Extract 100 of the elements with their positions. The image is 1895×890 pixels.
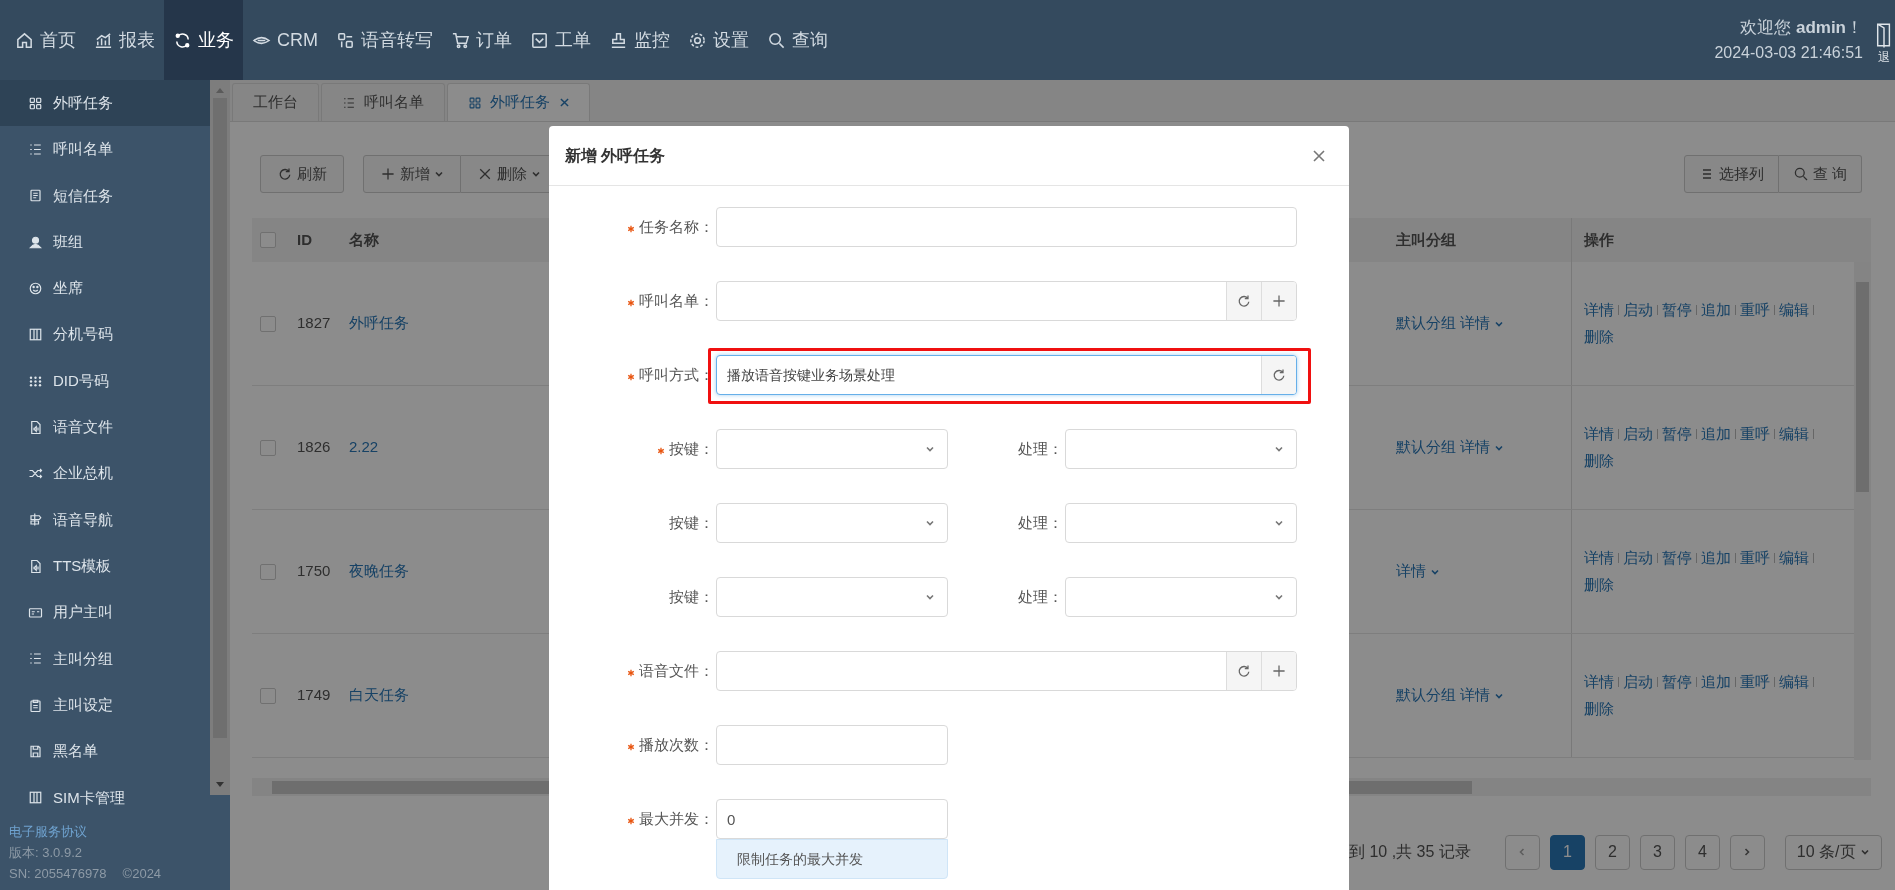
- action-link[interactable]: 删除: [1584, 449, 1614, 472]
- add-button[interactable]: [1261, 282, 1296, 320]
- action-link[interactable]: 暂停: [1662, 299, 1692, 322]
- action-link[interactable]: 追加: [1701, 423, 1731, 446]
- action-link[interactable]: 详情: [1584, 299, 1614, 322]
- action-link[interactable]: 暂停: [1662, 547, 1692, 570]
- group-dropdown[interactable]: 详情: [1396, 560, 1440, 583]
- sidebar-item[interactable]: 主叫分组: [0, 635, 210, 683]
- tab[interactable]: 呼叫名单: [321, 83, 445, 121]
- page-size-dropdown[interactable]: 10 条/页: [1784, 834, 1882, 870]
- nav-item[interactable]: 语音转写: [327, 0, 442, 80]
- sidebar-item[interactable]: 语音导航: [0, 496, 210, 544]
- action-link[interactable]: 重呼: [1740, 547, 1770, 570]
- nav-item[interactable]: 订单: [442, 0, 521, 80]
- close-button[interactable]: [1313, 149, 1325, 162]
- sidebar-item[interactable]: TTS模板: [0, 543, 210, 590]
- sidebar-item[interactable]: 分机号码: [0, 311, 210, 358]
- nav-item[interactable]: 业务: [164, 0, 243, 80]
- action-link[interactable]: 删除: [1584, 573, 1614, 596]
- group-dropdown[interactable]: 默认分组 详情: [1396, 436, 1505, 459]
- checkbox[interactable]: [260, 232, 276, 248]
- checkbox[interactable]: [260, 563, 276, 580]
- agreement-link[interactable]: 电子服务协议: [9, 821, 221, 842]
- action-link[interactable]: 启动: [1623, 299, 1653, 322]
- previous-page-button[interactable]: [1504, 834, 1540, 870]
- sidebar-item[interactable]: SIM卡管理: [0, 774, 210, 821]
- scroll-up-icon[interactable]: [215, 86, 225, 94]
- close-icon[interactable]: [560, 98, 569, 107]
- sidebar-item[interactable]: 黑名单: [0, 728, 210, 775]
- action-link[interactable]: 详情: [1584, 671, 1614, 694]
- toolbar-button[interactable]: 选择列: [1683, 155, 1779, 193]
- action-link[interactable]: 删除: [1584, 697, 1614, 720]
- sidebar-item[interactable]: DID号码: [0, 357, 210, 405]
- sidebar-item[interactable]: 企业总机: [0, 450, 210, 497]
- page-button[interactable]: 2: [1594, 834, 1630, 870]
- input-field[interactable]: [716, 207, 1297, 247]
- task-name-link[interactable]: 外呼任务: [349, 314, 409, 332]
- action-link[interactable]: 暂停: [1662, 423, 1692, 446]
- group-dropdown[interactable]: 默认分组 详情: [1396, 312, 1505, 335]
- nav-item[interactable]: 首页: [6, 0, 85, 80]
- task-name-link[interactable]: 白天任务: [349, 686, 409, 704]
- page-button[interactable]: 4: [1684, 834, 1720, 870]
- action-link[interactable]: 追加: [1701, 299, 1731, 322]
- input-field[interactable]: [716, 725, 948, 765]
- sidebar-item[interactable]: 用户主叫: [0, 589, 210, 636]
- action-link[interactable]: 启动: [1623, 547, 1653, 570]
- task-name-link[interactable]: 2.22: [349, 438, 379, 456]
- checkbox[interactable]: [260, 315, 276, 332]
- checkbox[interactable]: [260, 439, 276, 456]
- scroll-down-icon[interactable]: [215, 781, 225, 789]
- add-button[interactable]: [1261, 652, 1296, 690]
- nav-item[interactable]: 设置: [679, 0, 758, 80]
- nav-item[interactable]: 查询: [758, 0, 837, 80]
- select-field[interactable]: [1065, 503, 1297, 543]
- action-link[interactable]: 删除: [1584, 325, 1614, 348]
- sidebar-item[interactable]: 外呼任务: [0, 80, 210, 127]
- group-dropdown[interactable]: 默认分组 详情: [1396, 684, 1505, 707]
- select-field[interactable]: [1065, 577, 1297, 617]
- nav-item[interactable]: 监控: [600, 0, 679, 80]
- action-link[interactable]: 详情: [1584, 423, 1614, 446]
- select-field[interactable]: [1065, 429, 1297, 469]
- action-link[interactable]: 编辑: [1779, 547, 1809, 570]
- next-page-button[interactable]: [1729, 834, 1765, 870]
- sidebar-item[interactable]: 坐席: [0, 265, 210, 312]
- action-link[interactable]: 暂停: [1662, 671, 1692, 694]
- toolbar-button[interactable]: 查 询: [1778, 155, 1862, 193]
- select-field[interactable]: [716, 577, 948, 617]
- sidebar-item[interactable]: 短信任务: [0, 172, 210, 219]
- input-group[interactable]: [716, 651, 1297, 691]
- action-link[interactable]: 重呼: [1740, 423, 1770, 446]
- task-name-link[interactable]: 夜晚任务: [349, 562, 409, 580]
- nav-item[interactable]: 工单: [521, 0, 600, 80]
- nav-item[interactable]: 报表: [85, 0, 164, 80]
- sidebar-item[interactable]: 语音文件: [0, 404, 210, 451]
- refresh-button[interactable]: [1226, 652, 1261, 690]
- input-group[interactable]: [716, 281, 1297, 321]
- sidebar-item[interactable]: 主叫设定: [0, 682, 210, 729]
- action-link[interactable]: 启动: [1623, 671, 1653, 694]
- action-link[interactable]: 重呼: [1740, 299, 1770, 322]
- page-button[interactable]: 3: [1639, 834, 1675, 870]
- action-link[interactable]: 重呼: [1740, 671, 1770, 694]
- action-link[interactable]: 编辑: [1779, 671, 1809, 694]
- toolbar-button[interactable]: 新增: [363, 155, 461, 193]
- tab[interactable]: 工作台: [232, 83, 319, 121]
- select-field[interactable]: [716, 503, 948, 543]
- checkbox[interactable]: [260, 687, 276, 704]
- action-link[interactable]: 编辑: [1779, 299, 1809, 322]
- select-field[interactable]: [716, 429, 948, 469]
- tab[interactable]: 外呼任务: [447, 83, 590, 121]
- action-link[interactable]: 启动: [1623, 423, 1653, 446]
- action-link[interactable]: 编辑: [1779, 423, 1809, 446]
- toolbar-button[interactable]: 刷新: [260, 155, 344, 193]
- action-link[interactable]: 追加: [1701, 547, 1731, 570]
- sidebar-item[interactable]: 班组: [0, 218, 210, 266]
- refresh-button[interactable]: [1261, 356, 1296, 394]
- action-link[interactable]: 追加: [1701, 671, 1731, 694]
- nav-item[interactable]: CRM: [243, 0, 327, 80]
- logout-button[interactable]: 退: [1873, 21, 1895, 65]
- sidebar-item[interactable]: 呼叫名单: [0, 126, 210, 173]
- page-button[interactable]: 1: [1549, 834, 1585, 870]
